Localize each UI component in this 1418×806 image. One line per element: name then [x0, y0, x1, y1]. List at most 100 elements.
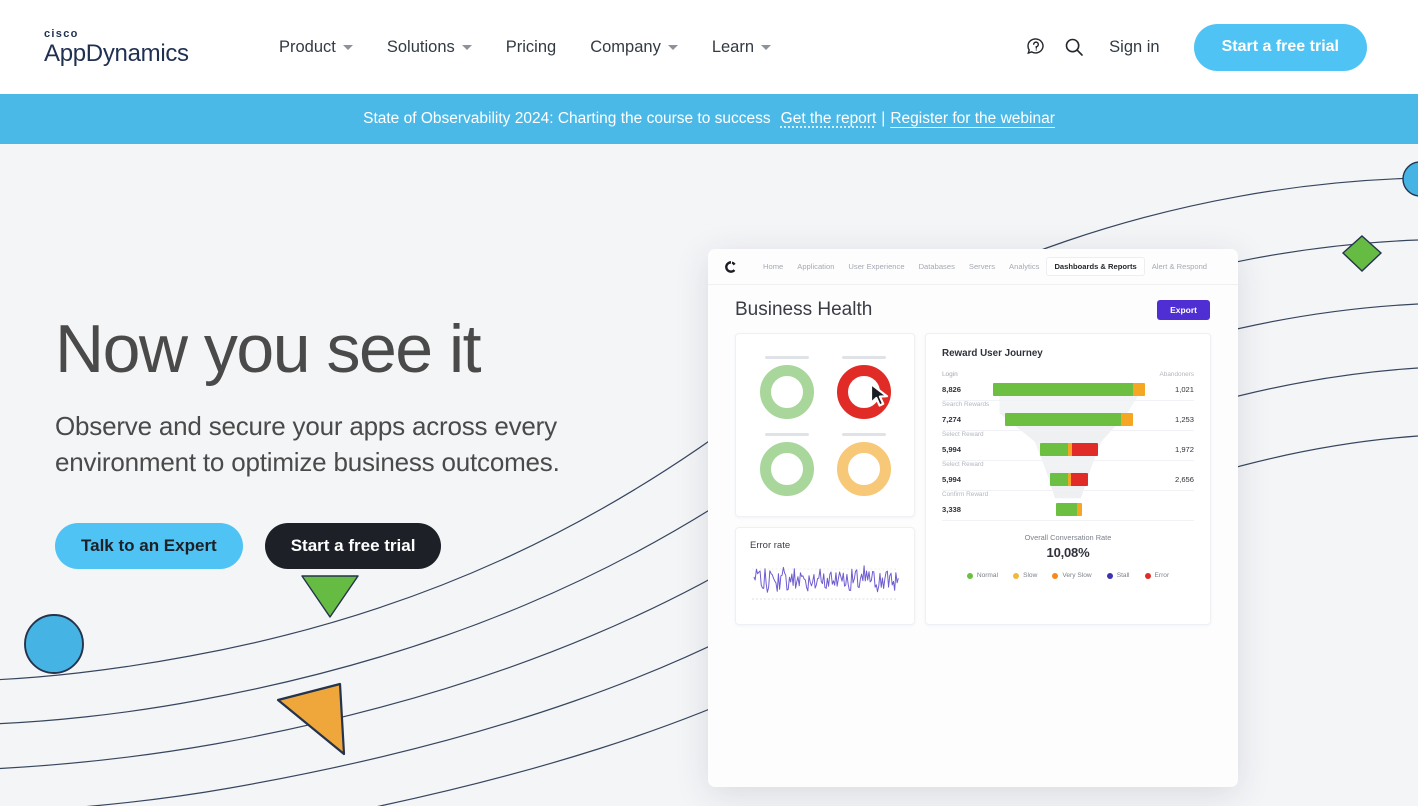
- gauge-ring-green-1: [759, 365, 814, 419]
- shape-green-triangle: [301, 575, 359, 618]
- funnel-bar-container: [978, 413, 1160, 426]
- funnel-bar-segment-normal: [1040, 443, 1068, 456]
- funnel-stage-label: Select Reward: [942, 461, 984, 468]
- main-navigation: Product Solutions Pricing Company Learn: [279, 37, 772, 57]
- dashboard-navbar: Home Application User Experience Databas…: [708, 249, 1238, 285]
- nav-item-learn[interactable]: Learn: [711, 37, 772, 57]
- dash-nav-dashboards-reports[interactable]: Dashboards & Reports: [1046, 257, 1145, 276]
- gauge-cell-3[interactable]: [759, 433, 814, 496]
- funnel-stage-row[interactable]: Select Reward 5,994 1,972: [942, 431, 1194, 461]
- legend-label: Very Slow: [1062, 572, 1092, 579]
- funnel-stage-value: 5,994: [942, 445, 962, 454]
- shape-blue-circle-right: [1402, 161, 1418, 197]
- hero-cta-group: Talk to an Expert Start a free trial: [55, 523, 675, 570]
- funnel-stage-row[interactable]: Select Reward 5,994 2,656: [942, 461, 1194, 491]
- dash-nav-home[interactable]: Home: [756, 258, 790, 275]
- hero-section: Now you see it Observe and secure your a…: [0, 144, 1418, 806]
- funnel-stage-value: 5,994: [942, 475, 962, 484]
- funnel-stage-value: 7,274: [942, 415, 962, 424]
- header-actions: Sign in Start a free trial: [1017, 0, 1418, 94]
- dash-nav-databases[interactable]: Databases: [912, 258, 962, 275]
- dashboard-body: Error rate Reward User Journey Login Aba…: [708, 333, 1238, 643]
- gauge-label-placeholder: [764, 356, 809, 359]
- error-rate-card: Error rate: [735, 527, 915, 625]
- appdynamics-mark-icon: [725, 260, 736, 273]
- funnel-bar-container: [978, 473, 1160, 486]
- chevron-down-icon: [761, 44, 772, 50]
- register-webinar-link[interactable]: Register for the webinar: [890, 110, 1055, 128]
- nav-item-solutions[interactable]: Solutions: [387, 38, 472, 57]
- legend-label: Error: [1154, 572, 1170, 579]
- sign-in-link[interactable]: Sign in: [1109, 38, 1159, 57]
- error-rate-title: Error rate: [750, 540, 791, 551]
- funnel-bar-segment-slow: [1121, 413, 1133, 426]
- gauge-label-placeholder: [841, 433, 886, 436]
- nav-label: Learn: [711, 37, 755, 56]
- funnel-title: Reward User Journey: [942, 348, 1043, 359]
- legend-label: Normal: [976, 572, 999, 579]
- landing-page: cisco AppDynamics Product Solutions Pric…: [0, 0, 1418, 806]
- talk-to-an-expert-button[interactable]: Talk to an Expert: [55, 523, 243, 570]
- get-the-report-link[interactable]: Get the report: [781, 110, 877, 128]
- conversion-rate-label: Overall Conversation Rate: [1024, 533, 1112, 542]
- dash-nav-application[interactable]: Application: [790, 258, 841, 275]
- funnel-legend: Normal Slow Very Slow Stall Error: [942, 572, 1194, 579]
- funnel-stage-row[interactable]: Search Rewards 7,274 1,253: [942, 401, 1194, 431]
- funnel-stage-row[interactable]: Login 8,826 1,021: [942, 371, 1194, 401]
- nav-item-company[interactable]: Company: [590, 38, 678, 57]
- shape-green-diamond: [1341, 235, 1383, 272]
- funnel-stage-bar: [1056, 503, 1082, 516]
- health-gauges-card: [735, 333, 915, 517]
- dashboard-header: Business Health Export: [708, 285, 1238, 333]
- help-question-bubble-icon[interactable]: [1017, 28, 1055, 66]
- hero-subtitle: Observe and secure your apps across ever…: [55, 411, 560, 478]
- funnel-stage-value: 3,338: [942, 505, 962, 514]
- funnel-stage-bar: [1005, 413, 1133, 426]
- funnel-bar-segment-slow: [1077, 503, 1082, 516]
- gauge-ring-amber: [836, 442, 891, 496]
- shape-blue-circle-left: [24, 614, 84, 674]
- funnel-bar-segment-slow: [1133, 383, 1145, 396]
- legend-dot-icon: [966, 572, 973, 579]
- funnel-stage-label: Confirm Reward: [942, 491, 989, 498]
- start-free-trial-button-header[interactable]: Start a free trial: [1193, 23, 1367, 71]
- error-rate-sparkline: [751, 565, 899, 600]
- legend-dot-icon: [1052, 572, 1059, 579]
- chevron-down-icon: [667, 44, 678, 50]
- funnel-bar-segment-normal: [1056, 503, 1077, 516]
- nav-label: Company: [590, 37, 661, 56]
- funnel-stage-bar: [993, 383, 1145, 396]
- legend-dot-icon: [1106, 572, 1113, 579]
- export-button[interactable]: Export: [1157, 300, 1210, 320]
- nav-item-pricing[interactable]: Pricing: [506, 38, 556, 57]
- funnel-abandoners-value: 1,972: [1174, 445, 1194, 454]
- dash-nav-user-experience[interactable]: User Experience: [841, 258, 911, 275]
- dash-nav-alert-respond[interactable]: Alert & Respond: [1145, 258, 1214, 275]
- funnel-abandoners-value: 1,021: [1174, 385, 1194, 394]
- gauge-cell-1[interactable]: [759, 356, 814, 419]
- dash-nav-analytics[interactable]: Analytics: [1002, 258, 1046, 275]
- chevron-down-icon: [461, 44, 472, 50]
- page-title: Now you see it: [55, 311, 481, 387]
- start-free-trial-button-hero[interactable]: Start a free trial: [264, 523, 442, 570]
- legend-item: Error: [1144, 572, 1170, 579]
- funnel-stage-bar: [1040, 443, 1098, 456]
- site-header: cisco AppDynamics Product Solutions Pric…: [0, 0, 1418, 94]
- funnel-bar-segment-error: [1072, 443, 1098, 456]
- dashboard-left-column: Error rate: [735, 333, 915, 625]
- nav-item-product[interactable]: Product: [279, 38, 353, 57]
- funnel-column-headers: Login Abandoners: [942, 371, 1194, 378]
- chevron-down-icon: [342, 44, 353, 50]
- nav-label: Pricing: [505, 37, 557, 56]
- funnel-stage-value: 8,826: [942, 385, 962, 394]
- dash-nav-servers[interactable]: Servers: [962, 258, 1002, 275]
- legend-dot-icon: [1013, 572, 1020, 579]
- logo-product-text: AppDynamics: [44, 39, 189, 67]
- gauge-cell-4[interactable]: [836, 433, 891, 496]
- conversion-rate-value: 10,08%: [1046, 545, 1090, 560]
- search-icon[interactable]: [1055, 28, 1093, 66]
- logo-appdynamics[interactable]: cisco AppDynamics: [44, 28, 194, 67]
- gauge-cell-2[interactable]: [836, 356, 891, 419]
- funnel-bar-container: [978, 503, 1160, 516]
- funnel-stage-row[interactable]: Confirm Reward 3,338: [942, 491, 1194, 521]
